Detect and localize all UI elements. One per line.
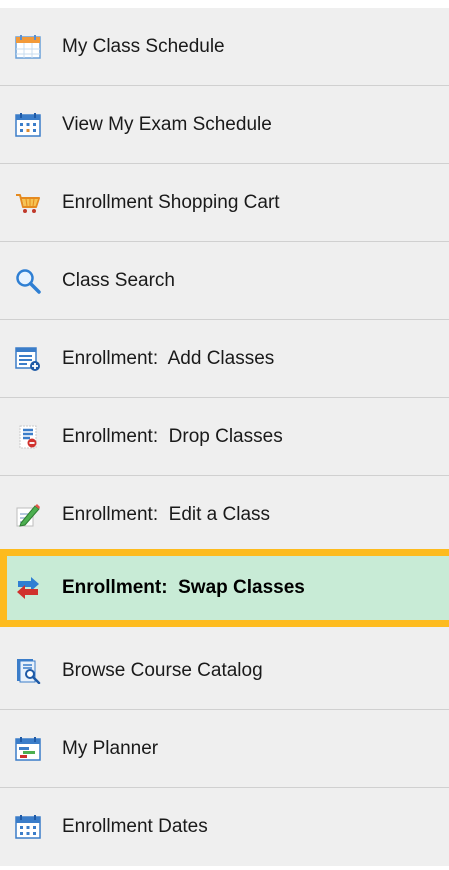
menu-item-label: Enrollment: Swap Classes <box>62 577 305 598</box>
menu-item-enrollment-edit-a-class[interactable]: Enrollment: Edit a Class <box>0 476 449 554</box>
menu-item-view-my-exam-schedule[interactable]: View My Exam Schedule <box>0 86 449 164</box>
menu-item-my-planner[interactable]: My Planner <box>0 710 449 788</box>
menu-item-enrollment-swap-classes[interactable]: Enrollment: Swap Classes <box>0 549 449 627</box>
menu-item-label: My Planner <box>62 737 159 759</box>
menu-item-label: View My Exam Schedule <box>62 113 272 135</box>
menu-item-my-class-schedule[interactable]: My Class Schedule <box>0 8 449 86</box>
shopping-cart-icon <box>15 190 41 216</box>
dates-calendar-icon <box>15 814 41 840</box>
menu-item-enrollment-drop-classes[interactable]: Enrollment: Drop Classes <box>0 398 449 476</box>
menu-item-label: Class Search <box>62 269 175 291</box>
menu-item-browse-course-catalog[interactable]: Browse Course Catalog <box>0 632 449 710</box>
add-list-icon <box>15 346 41 372</box>
menu-item-label: Enrollment: Drop Classes <box>62 425 283 447</box>
menu-item-enrollment-add-classes[interactable]: Enrollment: Add Classes <box>0 320 449 398</box>
menu-item-enrollment-dates[interactable]: Enrollment Dates <box>0 788 449 866</box>
drop-list-icon <box>15 424 41 450</box>
exam-calendar-icon <box>15 112 41 138</box>
planner-icon <box>15 736 41 762</box>
edit-pencil-icon <box>15 502 41 528</box>
navigation-menu: My Class Schedule View My Exam Schedule <box>0 8 449 866</box>
menu-item-class-search[interactable]: Class Search <box>0 242 449 320</box>
menu-item-label: Enrollment: Add Classes <box>62 347 275 369</box>
menu-item-label: My Class Schedule <box>62 35 225 57</box>
swap-arrows-icon <box>15 575 41 601</box>
menu-item-label: Enrollment: Edit a Class <box>62 503 271 525</box>
menu-item-label: Enrollment Shopping Cart <box>62 191 280 213</box>
calendar-icon <box>15 34 41 60</box>
menu-item-enrollment-shopping-cart[interactable]: Enrollment Shopping Cart <box>0 164 449 242</box>
search-icon <box>15 268 41 294</box>
menu-item-label: Browse Course Catalog <box>62 659 263 681</box>
menu-item-label: Enrollment Dates <box>62 816 208 837</box>
catalog-icon <box>15 658 41 684</box>
